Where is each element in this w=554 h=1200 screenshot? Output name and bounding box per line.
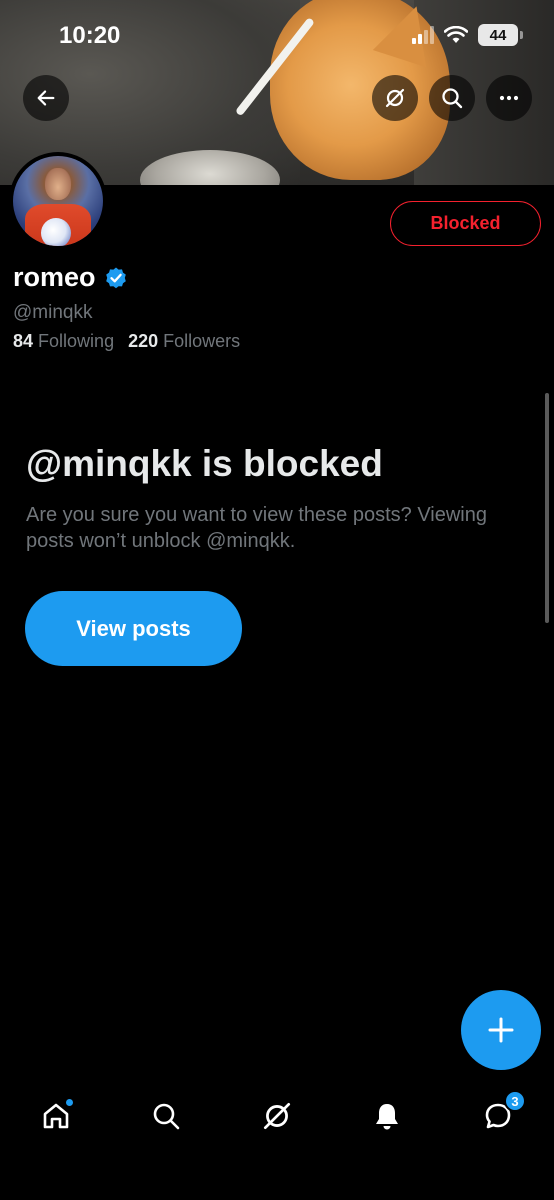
home-notification-dot — [65, 1098, 74, 1107]
search-icon — [442, 88, 463, 109]
grok-icon — [263, 1102, 291, 1130]
profile-handle: @minqkk — [13, 302, 93, 323]
status-time: 10:20 — [59, 22, 121, 49]
blocked-button[interactable]: Blocked — [390, 201, 541, 246]
nav-grok[interactable] — [257, 1096, 297, 1136]
following-count: 84 — [13, 331, 34, 351]
followers-label: Followers — [163, 331, 241, 351]
nav-notifications[interactable] — [367, 1096, 407, 1136]
blocked-description: Are you sure you want to view these post… — [26, 504, 487, 552]
avatar-image-part — [41, 218, 71, 246]
search-button[interactable] — [429, 75, 475, 121]
back-button[interactable] — [23, 75, 69, 121]
messages-badge: 3 — [504, 1090, 526, 1112]
view-posts-button[interactable]: View posts — [25, 591, 242, 666]
search-icon — [153, 1103, 180, 1130]
followers-count: 220 — [128, 331, 159, 351]
signal-icon — [412, 26, 434, 44]
scrollbar[interactable] — [545, 393, 549, 623]
nav-messages[interactable]: 3 — [478, 1090, 526, 1136]
avatar-image-part — [45, 168, 71, 200]
status-bar: 10:20 44 — [0, 0, 554, 70]
follow-stats: 84 Following 220 Followers — [13, 331, 240, 352]
avatar-image — [13, 156, 103, 246]
bell-icon — [376, 1104, 398, 1130]
profile-name-row: romeo — [13, 262, 128, 293]
nav-search[interactable] — [146, 1096, 186, 1136]
bottom-nav: 3 — [0, 1080, 554, 1150]
followers-link[interactable]: 220 Followers — [128, 331, 240, 352]
profile-avatar[interactable] — [9, 152, 107, 250]
more-button[interactable] — [486, 75, 532, 121]
status-icons: 44 — [412, 24, 523, 46]
profile-name: romeo — [13, 262, 96, 292]
more-icon — [499, 95, 519, 101]
grok-icon — [385, 88, 405, 108]
back-arrow-icon — [37, 90, 55, 106]
nav-home[interactable] — [36, 1096, 76, 1136]
following-link[interactable]: 84 Following — [13, 331, 114, 352]
compose-button[interactable] — [461, 990, 541, 1070]
wifi-icon — [444, 26, 468, 43]
battery-icon: 44 — [478, 24, 523, 46]
blocked-title: @minqkk is blocked — [26, 443, 383, 484]
plus-icon — [488, 1017, 514, 1043]
following-label: Following — [38, 331, 115, 351]
grok-button[interactable] — [372, 75, 418, 121]
verified-badge-icon[interactable] — [104, 266, 128, 290]
